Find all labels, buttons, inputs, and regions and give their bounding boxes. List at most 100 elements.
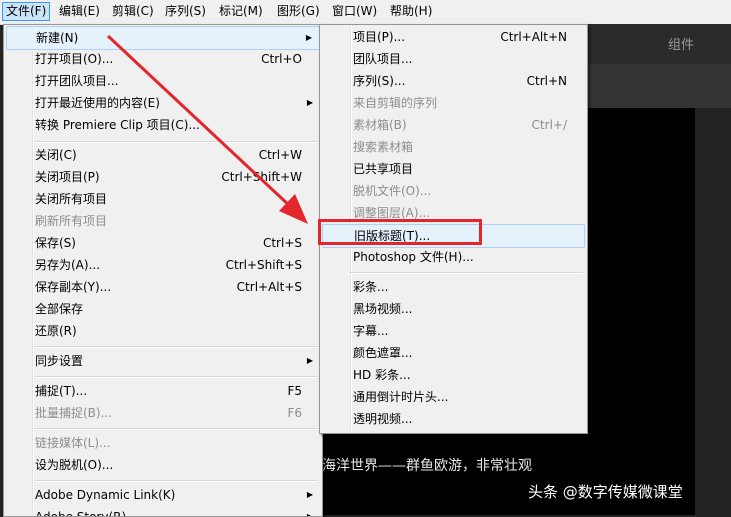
menu-item-close-all-projects[interactable]: 关闭所有项目 <box>6 188 320 210</box>
menu-item-shortcut: Ctrl+Alt+S <box>236 280 302 294</box>
submenu-arrow-icon: ▶ <box>306 490 313 499</box>
menu-item-label: 另存为(A)... <box>35 258 101 272</box>
menu-item-label: 打开项目(O)... <box>35 52 114 66</box>
menu-item-label: 脱机文件(O)... <box>353 184 432 198</box>
menu-item-shortcut: Ctrl+W <box>258 148 302 162</box>
menu-item-label: 序列(S)... <box>353 74 406 88</box>
menu-item-label: 字幕... <box>353 324 389 338</box>
annotation-highlight-box <box>318 219 482 245</box>
menu-edit[interactable]: 编辑(E) <box>56 3 103 20</box>
menu-file[interactable]: 文件(F) <box>2 2 51 21</box>
menu-item-label: 项目(P)... <box>353 30 406 44</box>
watermark: 头条 @数字传媒微课堂 <box>528 483 683 501</box>
menu-item-label: 透明视频... <box>353 412 413 426</box>
menu-item-label: 搜索素材箱 <box>353 140 414 154</box>
menu-item-label: 设为脱机(O)... <box>35 458 114 472</box>
menu-help[interactable]: 帮助(H) <box>387 3 435 20</box>
menu-window[interactable]: 窗口(W) <box>329 3 380 20</box>
menu-item-label: HD 彩条... <box>353 368 411 382</box>
menu-item-label: 同步设置 <box>35 354 84 368</box>
menu-item-capture[interactable]: 捕捉(T)... F5 <box>6 380 320 402</box>
menu-clip[interactable]: 剪辑(C) <box>109 3 157 20</box>
menu-item-label: 关闭所有项目 <box>35 192 108 206</box>
submenu-item-sequence-from-clip: 来自剪辑的序列 <box>322 92 585 114</box>
menu-item-adobe-story[interactable]: Adobe Story(R) ▶ <box>6 506 320 517</box>
menu-item-shortcut: F6 <box>287 406 302 420</box>
menu-item-save-copy[interactable]: 保存副本(Y)... Ctrl+Alt+S <box>6 276 320 298</box>
monitor-subtitle: 海洋世界——群鱼欧游，非常壮观 <box>322 458 532 474</box>
menu-item-convert-clip[interactable]: 转换 Premiere Clip 项目(C)... <box>6 114 320 136</box>
menu-item-open-project[interactable]: 打开项目(O)... Ctrl+O <box>6 48 320 70</box>
submenu-item-shared-project[interactable]: 已共享项目 <box>322 158 585 180</box>
menu-item-label: Photoshop 文件(H)... <box>353 250 474 264</box>
menu-item-label: 还原(R) <box>35 324 77 338</box>
menu-item-label: Adobe Dynamic Link(K) <box>35 488 176 502</box>
menu-item-label: 已共享项目 <box>353 162 414 176</box>
menu-item-label: 关闭项目(P) <box>35 170 100 184</box>
menu-item-shortcut: Ctrl+Alt+N <box>500 30 567 44</box>
menu-item-label: 刷新所有项目 <box>35 214 108 228</box>
menu-item-close[interactable]: 关闭(C) Ctrl+W <box>6 144 320 166</box>
tab-components[interactable]: 组件 <box>668 34 694 53</box>
menu-item-label: 新建(N) <box>36 31 79 45</box>
submenu-item-sequence[interactable]: 序列(S)... Ctrl+N <box>322 70 585 92</box>
menu-item-shortcut: Ctrl+N <box>526 74 567 88</box>
submenu-item-photoshop-file[interactable]: Photoshop 文件(H)... <box>322 246 585 268</box>
file-menu: 新建(N) ▶ 打开项目(O)... Ctrl+O 打开团队项目... 打开最近… <box>3 24 323 517</box>
menu-item-save-as[interactable]: 另存为(A)... Ctrl+Shift+S <box>6 254 320 276</box>
menu-item-shortcut: Ctrl+S <box>262 236 302 250</box>
menu-item-open-team-project[interactable]: 打开团队项目... <box>6 70 320 92</box>
menu-item-shortcut: Ctrl+Shift+W <box>221 170 302 184</box>
menu-graphics[interactable]: 图形(G) <box>274 3 323 20</box>
menu-item-save-all[interactable]: 全部保存 <box>6 298 320 320</box>
menu-item-label: 保存副本(Y)... <box>35 280 112 294</box>
submenu-arrow-icon: ▶ <box>306 512 313 517</box>
menu-item-label: 批量捕捉(B)... <box>35 406 113 420</box>
menu-sequence[interactable]: 序列(S) <box>162 3 209 20</box>
menu-item-label: 来自剪辑的序列 <box>353 96 438 110</box>
menu-item-label: 黑场视频... <box>353 302 413 316</box>
submenu-item-color-matte[interactable]: 颜色遮罩... <box>322 342 585 364</box>
submenu-arrow-icon: ▶ <box>306 98 313 107</box>
menu-item-label: 捕捉(T)... <box>35 384 88 398</box>
submenu-arrow-icon: ▶ <box>305 33 312 42</box>
menu-item-make-offline[interactable]: 设为脱机(O)... <box>6 454 320 476</box>
menu-item-link-media: 链接媒体(L)... <box>6 432 320 454</box>
menu-item-close-project[interactable]: 关闭项目(P) Ctrl+Shift+W <box>6 166 320 188</box>
submenu-item-black-video[interactable]: 黑场视频... <box>322 298 585 320</box>
menu-item-revert[interactable]: 还原(R) <box>6 320 320 342</box>
submenu-item-bin: 素材箱(B) Ctrl+/ <box>322 114 585 136</box>
menu-item-shortcut: Ctrl+Shift+S <box>225 258 302 272</box>
submenu-item-transparent-video[interactable]: 透明视频... <box>322 408 585 430</box>
submenu-arrow-icon: ▶ <box>306 356 313 365</box>
menu-item-label: 团队项目... <box>353 52 413 66</box>
menu-item-label: 转换 Premiere Clip 项目(C)... <box>35 118 200 132</box>
menu-item-open-recent[interactable]: 打开最近使用的内容(E) ▶ <box>6 92 320 114</box>
menu-item-label: 通用倒计时片头... <box>353 390 449 404</box>
menu-item-save[interactable]: 保存(S) Ctrl+S <box>6 232 320 254</box>
menu-item-label: 保存(S) <box>35 236 76 250</box>
panel-header <box>588 24 731 65</box>
menu-item-batch-capture: 批量捕捉(B)... F6 <box>6 402 320 424</box>
submenu-item-bars-and-tone[interactable]: 彩条... <box>322 276 585 298</box>
menu-item-label: 打开团队项目... <box>35 74 119 88</box>
submenu-item-team-project[interactable]: 团队项目... <box>322 48 585 70</box>
submenu-item-offline-file: 脱机文件(O)... <box>322 180 585 202</box>
menu-item-sync-settings[interactable]: 同步设置 ▶ <box>6 350 320 372</box>
menu-item-shortcut: Ctrl+/ <box>531 118 567 132</box>
submenu-item-search-bin: 搜索素材箱 <box>322 136 585 158</box>
submenu-item-hd-bars[interactable]: HD 彩条... <box>322 364 585 386</box>
submenu-item-countdown-leader[interactable]: 通用倒计时片头... <box>322 386 585 408</box>
menu-item-new[interactable]: 新建(N) ▶ <box>6 26 320 50</box>
menu-item-label: 关闭(C) <box>35 148 77 162</box>
menu-item-label: 全部保存 <box>35 302 84 316</box>
menu-markers[interactable]: 标记(M) <box>216 3 266 20</box>
menu-bar: 文件(F) 编辑(E) 剪辑(C) 序列(S) 标记(M) 图形(G) 窗口(W… <box>0 0 731 25</box>
submenu-item-captions[interactable]: 字幕... <box>322 320 585 342</box>
menu-item-label: 链接媒体(L)... <box>35 436 111 450</box>
menu-item-dynamic-link[interactable]: Adobe Dynamic Link(K) ▶ <box>6 484 320 506</box>
panel-strip <box>588 64 731 108</box>
menu-item-label: 打开最近使用的内容(E) <box>35 96 160 110</box>
menu-item-label: Adobe Story(R) <box>35 510 127 517</box>
submenu-item-project[interactable]: 项目(P)... Ctrl+Alt+N <box>322 26 585 48</box>
